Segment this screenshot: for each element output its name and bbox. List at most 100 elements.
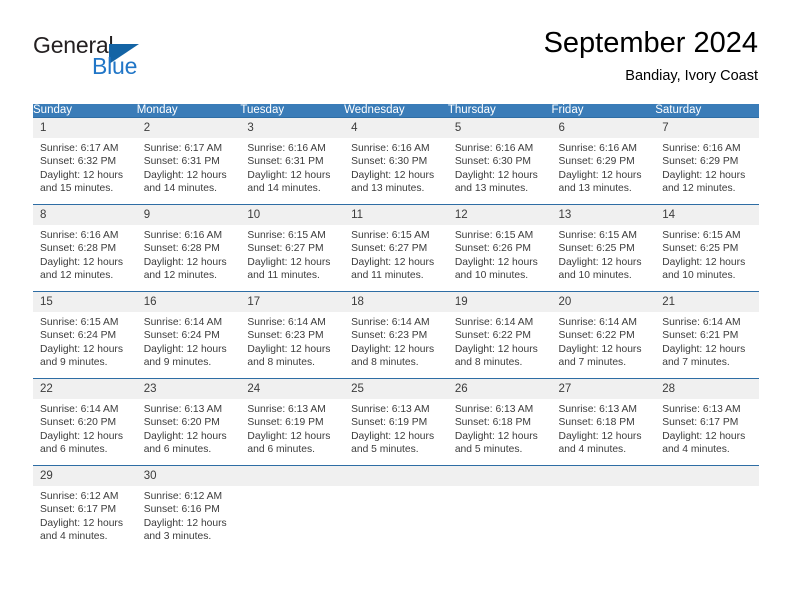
day-cell[interactable]: 26 Sunrise: 6:13 AM Sunset: 6:18 PM Dayl… [447, 378, 552, 466]
day-cell[interactable]: 17 Sunrise: 6:14 AM Sunset: 6:23 PM Dayl… [240, 291, 345, 379]
day-cell[interactable]: 28 Sunrise: 6:13 AM Sunset: 6:17 PM Dayl… [655, 378, 759, 466]
sunset-text: Sunset: 6:23 PM [351, 330, 428, 342]
day-cell[interactable]: 6 Sunrise: 6:16 AM Sunset: 6:29 PM Dayli… [551, 117, 656, 205]
day-cell[interactable]: 9 Sunrise: 6:16 AM Sunset: 6:28 PM Dayli… [136, 204, 241, 292]
daylight-text: Daylight: 12 hours and 13 minutes. [351, 169, 435, 195]
day-cell[interactable]: 13 Sunrise: 6:15 AM Sunset: 6:25 PM Dayl… [551, 204, 656, 292]
weekday-header-tuesday: Tuesday [240, 104, 345, 118]
daylight-text: Daylight: 12 hours and 10 minutes. [558, 256, 642, 282]
day-cell[interactable]: 22 Sunrise: 6:14 AM Sunset: 6:20 PM Dayl… [33, 378, 137, 466]
daylight-text: Daylight: 12 hours and 11 minutes. [351, 256, 435, 282]
day-details: Sunrise: 6:16 AM Sunset: 6:28 PM Dayligh… [33, 225, 137, 283]
day-cell[interactable]: 23 Sunrise: 6:13 AM Sunset: 6:20 PM Dayl… [136, 378, 241, 466]
daylight-text: Daylight: 12 hours and 12 minutes. [40, 256, 123, 282]
daylight-text: Daylight: 12 hours and 15 minutes. [40, 169, 123, 195]
day-details: Sunrise: 6:15 AM Sunset: 6:24 PM Dayligh… [33, 312, 137, 370]
day-cell-empty [344, 465, 448, 552]
day-cell[interactable]: 2 Sunrise: 6:17 AM Sunset: 6:31 PM Dayli… [136, 117, 241, 205]
day-cell[interactable]: 11 Sunrise: 6:15 AM Sunset: 6:27 PM Dayl… [344, 204, 448, 292]
day-cell[interactable]: 19 Sunrise: 6:14 AM Sunset: 6:22 PM Dayl… [447, 291, 552, 379]
daylight-text: Daylight: 12 hours and 8 minutes. [454, 343, 538, 369]
sunset-text: Sunset: 6:17 PM [662, 417, 739, 429]
weekday-header-row: Sunday Monday Tuesday Wednesday Thursday… [33, 104, 759, 118]
day-details: Sunrise: 6:15 AM Sunset: 6:26 PM Dayligh… [448, 225, 552, 283]
sunset-text: Sunset: 6:31 PM [247, 156, 324, 168]
day-details: Sunrise: 6:17 AM Sunset: 6:31 PM Dayligh… [137, 138, 241, 196]
calendar-header-row-group: Sunday Monday Tuesday Wednesday Thursday… [33, 104, 759, 118]
day-cell[interactable]: 30 Sunrise: 6:12 AM Sunset: 6:16 PM Dayl… [136, 465, 241, 552]
day-number: 25 [344, 379, 448, 399]
general-blue-logo[interactable]: General Blue [33, 33, 233, 81]
daylight-text: Daylight: 12 hours and 10 minutes. [454, 256, 538, 282]
calendar-week-row: 29 Sunrise: 6:12 AM Sunset: 6:17 PM Dayl… [33, 465, 759, 552]
sunrise-text: Sunrise: 6:15 AM [454, 230, 534, 241]
sunset-text: Sunset: 6:29 PM [662, 156, 739, 168]
sunset-text: Sunset: 6:18 PM [454, 417, 531, 429]
day-cell[interactable]: 3 Sunrise: 6:16 AM Sunset: 6:31 PM Dayli… [240, 117, 345, 205]
day-details: Sunrise: 6:16 AM Sunset: 6:29 PM Dayligh… [552, 138, 656, 196]
weekday-header-saturday: Saturday [655, 104, 759, 118]
sunrise-text: Sunrise: 6:15 AM [662, 230, 741, 241]
daylight-text: Daylight: 12 hours and 12 minutes. [662, 169, 746, 195]
sunset-text: Sunset: 6:26 PM [454, 243, 531, 255]
sunset-text: Sunset: 6:21 PM [662, 330, 739, 342]
sunset-text: Sunset: 6:19 PM [351, 417, 428, 429]
day-number: 1 [33, 118, 137, 138]
day-cell[interactable]: 27 Sunrise: 6:13 AM Sunset: 6:18 PM Dayl… [551, 378, 656, 466]
day-details: Sunrise: 6:16 AM Sunset: 6:30 PM Dayligh… [448, 138, 552, 196]
sunrise-text: Sunrise: 6:13 AM [247, 404, 326, 415]
day-details: Sunrise: 6:12 AM Sunset: 6:16 PM Dayligh… [137, 486, 241, 544]
calendar-week-row: 1 Sunrise: 6:17 AM Sunset: 6:32 PM Dayli… [33, 117, 759, 205]
daylight-text: Daylight: 12 hours and 10 minutes. [662, 256, 746, 282]
daylight-text: Daylight: 12 hours and 12 minutes. [143, 256, 227, 282]
day-cell[interactable]: 15 Sunrise: 6:15 AM Sunset: 6:24 PM Dayl… [33, 291, 137, 379]
sunrise-text: Sunrise: 6:15 AM [247, 230, 326, 241]
day-details: Sunrise: 6:17 AM Sunset: 6:32 PM Dayligh… [33, 138, 137, 196]
day-cell[interactable]: 20 Sunrise: 6:14 AM Sunset: 6:22 PM Dayl… [551, 291, 656, 379]
sunset-text: Sunset: 6:18 PM [558, 417, 635, 429]
sunrise-text: Sunrise: 6:15 AM [40, 317, 119, 328]
day-cell[interactable]: 4 Sunrise: 6:16 AM Sunset: 6:30 PM Dayli… [344, 117, 448, 205]
day-cell[interactable]: 5 Sunrise: 6:16 AM Sunset: 6:30 PM Dayli… [447, 117, 552, 205]
day-number [344, 466, 448, 486]
weekday-header-friday: Friday [551, 104, 656, 118]
sunrise-text: Sunrise: 6:17 AM [143, 143, 223, 154]
sunset-text: Sunset: 6:24 PM [143, 330, 220, 342]
month-calendar-table: Sunday Monday Tuesday Wednesday Thursday… [33, 104, 759, 552]
day-cell[interactable]: 7 Sunrise: 6:16 AM Sunset: 6:29 PM Dayli… [655, 117, 759, 205]
day-number: 26 [447, 379, 552, 399]
calendar-week-row: 8 Sunrise: 6:16 AM Sunset: 6:28 PM Dayli… [33, 204, 759, 292]
daylight-text: Daylight: 12 hours and 13 minutes. [454, 169, 538, 195]
day-cell[interactable]: 10 Sunrise: 6:15 AM Sunset: 6:27 PM Dayl… [240, 204, 345, 292]
day-cell[interactable]: 16 Sunrise: 6:14 AM Sunset: 6:24 PM Dayl… [136, 291, 241, 379]
sunrise-text: Sunrise: 6:14 AM [558, 317, 637, 328]
day-number: 4 [344, 118, 448, 138]
day-cell[interactable]: 12 Sunrise: 6:15 AM Sunset: 6:26 PM Dayl… [447, 204, 552, 292]
day-cell[interactable]: 25 Sunrise: 6:13 AM Sunset: 6:19 PM Dayl… [344, 378, 448, 466]
day-cell[interactable]: 1 Sunrise: 6:17 AM Sunset: 6:32 PM Dayli… [33, 117, 137, 205]
sunset-text: Sunset: 6:28 PM [143, 243, 220, 255]
day-details: Sunrise: 6:15 AM Sunset: 6:25 PM Dayligh… [655, 225, 759, 283]
daylight-text: Daylight: 12 hours and 6 minutes. [40, 430, 123, 456]
sunset-text: Sunset: 6:20 PM [40, 417, 117, 429]
page-header: General Blue September 2024 Bandiay, Ivo… [0, 0, 792, 100]
sunset-text: Sunset: 6:31 PM [143, 156, 220, 168]
day-cell[interactable]: 24 Sunrise: 6:13 AM Sunset: 6:19 PM Dayl… [240, 378, 345, 466]
day-cell[interactable]: 14 Sunrise: 6:15 AM Sunset: 6:25 PM Dayl… [655, 204, 759, 292]
day-details: Sunrise: 6:13 AM Sunset: 6:18 PM Dayligh… [552, 399, 656, 457]
day-details: Sunrise: 6:16 AM Sunset: 6:28 PM Dayligh… [137, 225, 241, 283]
day-cell[interactable]: 18 Sunrise: 6:14 AM Sunset: 6:23 PM Dayl… [344, 291, 448, 379]
day-details [240, 486, 344, 490]
day-cell[interactable]: 8 Sunrise: 6:16 AM Sunset: 6:28 PM Dayli… [33, 204, 137, 292]
day-cell[interactable]: 21 Sunrise: 6:14 AM Sunset: 6:21 PM Dayl… [655, 291, 759, 379]
day-cell[interactable]: 29 Sunrise: 6:12 AM Sunset: 6:17 PM Dayl… [33, 465, 137, 552]
sunrise-text: Sunrise: 6:15 AM [558, 230, 637, 241]
day-number: 18 [344, 292, 448, 312]
weekday-header-thursday: Thursday [447, 104, 552, 118]
calendar-week-row: 15 Sunrise: 6:15 AM Sunset: 6:24 PM Dayl… [33, 291, 759, 379]
daylight-text: Daylight: 12 hours and 14 minutes. [143, 169, 227, 195]
day-number [240, 466, 345, 486]
day-details [552, 486, 656, 490]
day-details: Sunrise: 6:14 AM Sunset: 6:22 PM Dayligh… [552, 312, 656, 370]
daylight-text: Daylight: 12 hours and 8 minutes. [247, 343, 331, 369]
